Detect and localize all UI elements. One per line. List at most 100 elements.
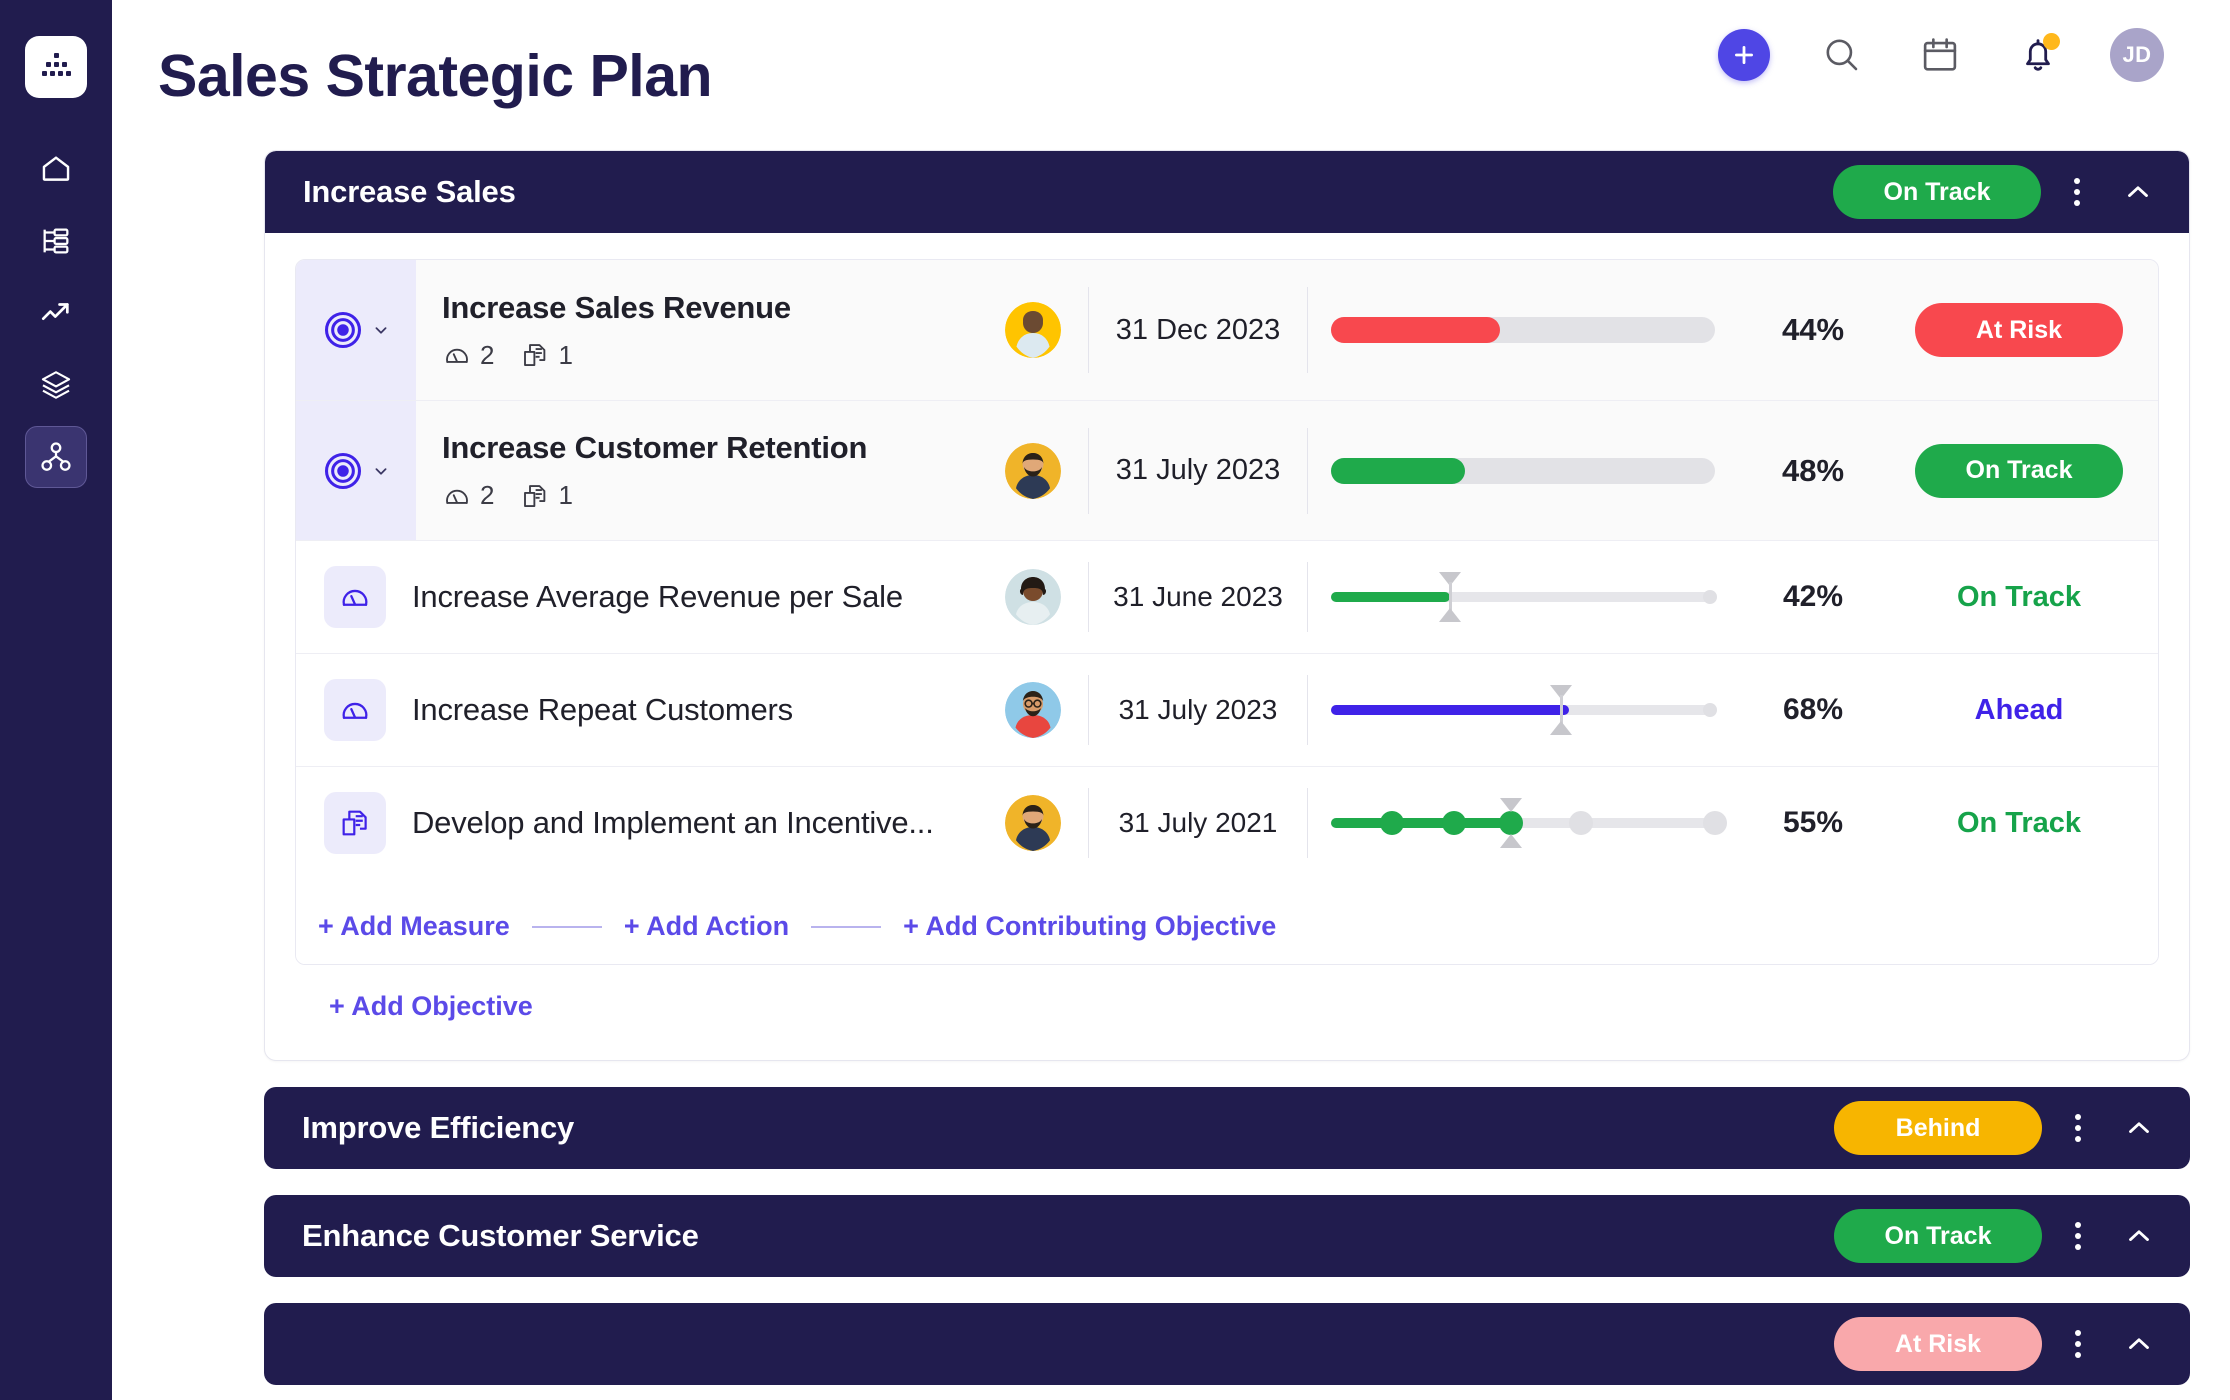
measure-slider-fill: [1331, 705, 1570, 715]
due-date: 31 Dec 2023: [1115, 313, 1281, 346]
measure-icon-tile[interactable]: [324, 566, 386, 628]
chevron-up-icon: [2129, 1338, 2149, 1349]
status-cell: Ahead: [1888, 694, 2158, 727]
due-date: 31 June 2023: [1113, 581, 1283, 612]
plan-list-icon: [43, 228, 69, 254]
sidebar-item-strategy-map[interactable]: [25, 426, 87, 488]
table-row[interactable]: Increase Customer Retention 2 1 31 July …: [296, 400, 2158, 540]
app-logo[interactable]: [25, 36, 87, 98]
milestone-dot[interactable]: [1441, 811, 1466, 835]
goal-collapse-toggle[interactable]: [2114, 1209, 2164, 1263]
owner-avatar-cell[interactable]: [978, 795, 1088, 851]
sidebar-item-plans[interactable]: [25, 210, 87, 272]
table-row[interactable]: Develop and Implement an Incentive... 31…: [296, 766, 2158, 879]
home-icon: [42, 156, 70, 181]
add-measure-link[interactable]: + Add Measure: [318, 911, 510, 942]
trending-up-icon: [41, 303, 69, 321]
search-icon: [1826, 39, 1858, 71]
goal-header-improve-efficiency[interactable]: Improve Efficiency Behind: [264, 1087, 2190, 1169]
owner-avatar-cell[interactable]: [978, 682, 1088, 738]
goal-collapse-toggle[interactable]: [2113, 165, 2163, 219]
goal-more-menu-icon[interactable]: [2058, 1209, 2098, 1263]
progress-cell[interactable]: [1308, 572, 1738, 622]
sidebar-item-home[interactable]: [25, 138, 87, 200]
measure-name: Increase Average Revenue per Sale: [412, 579, 903, 614]
action-icon-tile[interactable]: [324, 792, 386, 854]
owner-avatar-cell[interactable]: [978, 569, 1088, 625]
action-milestone-track[interactable]: [1331, 798, 1727, 848]
measure-name: Increase Repeat Customers: [412, 692, 793, 727]
user-avatar[interactable]: JD: [2110, 28, 2164, 82]
status-badge[interactable]: On Track: [1833, 165, 2041, 219]
measures-count-chip: 2: [442, 480, 494, 511]
milestone-dot[interactable]: [1380, 811, 1405, 835]
measure-slider-track[interactable]: [1331, 572, 1717, 622]
gauge-icon: [342, 589, 368, 606]
measure-icon-tile[interactable]: [324, 679, 386, 741]
notification-badge-dot: [2043, 33, 2060, 50]
owner-avatar-cell[interactable]: [978, 302, 1088, 358]
progress-cell[interactable]: [1308, 457, 1738, 484]
goal-more-menu-icon[interactable]: [2058, 1101, 2098, 1155]
notifications-button[interactable]: [2012, 29, 2064, 81]
goal-header-actions: On Track: [1834, 1209, 2164, 1263]
progress-percent: 42%: [1782, 580, 1844, 613]
goal-collapse-toggle[interactable]: [2114, 1317, 2164, 1371]
goal-header-enhance-customer-service[interactable]: Enhance Customer Service On Track: [264, 1195, 2190, 1277]
table-row[interactable]: Increase Average Revenue per Sale 31 Jun…: [296, 540, 2158, 653]
status-cell[interactable]: On Track: [1888, 443, 2158, 498]
goal-header[interactable]: Increase Sales On Track: [265, 151, 2189, 233]
gauge-icon: [446, 348, 468, 363]
sidebar-item-layers[interactable]: [25, 354, 87, 416]
add-action-link[interactable]: + Add Action: [624, 911, 789, 942]
goal-more-menu-icon[interactable]: [2058, 1317, 2098, 1371]
status-label: On Track: [1956, 806, 2082, 839]
avatar: [1005, 682, 1061, 738]
progress-bar-fill: [1331, 457, 1466, 484]
table-row[interactable]: Increase Repeat Customers 31 July 2023 6…: [296, 653, 2158, 766]
add-objective-link[interactable]: + Add Objective: [295, 965, 2159, 1030]
milestone-dot[interactable]: [1499, 811, 1524, 835]
status-badge[interactable]: On Track: [1834, 1209, 2042, 1263]
measure-slider-track[interactable]: [1331, 685, 1717, 735]
goal-title: Enhance Customer Service: [302, 1218, 699, 1253]
status-badge[interactable]: On Track: [1915, 443, 2123, 498]
milestone-dot[interactable]: [1703, 811, 1727, 835]
link-separator: [531, 925, 602, 928]
progress-cell[interactable]: [1308, 685, 1738, 735]
progress-bar-track: [1331, 457, 1715, 484]
add-button[interactable]: [1718, 29, 1770, 81]
objective-icon-cell[interactable]: [296, 260, 416, 400]
link-separator: [811, 925, 882, 928]
search-button[interactable]: [1816, 29, 1868, 81]
status-badge[interactable]: At Risk: [1834, 1317, 2042, 1371]
target-marker-down-icon: [1500, 834, 1523, 848]
goal-more-menu-icon[interactable]: [2057, 165, 2097, 219]
goal-header-partial[interactable]: At Risk: [264, 1303, 2190, 1385]
objective-name: Increase Customer Retention: [442, 430, 868, 465]
calendar-button[interactable]: [1914, 29, 1966, 81]
objective-meta: 2 1: [442, 480, 978, 511]
sidebar-item-performance[interactable]: [25, 282, 87, 344]
due-date: 31 July 2023: [1118, 694, 1278, 725]
objective-icon-cell[interactable]: [296, 401, 416, 540]
status-badge[interactable]: Behind: [1834, 1101, 2042, 1155]
milestone-dot[interactable]: [1568, 811, 1593, 835]
status-badge[interactable]: At Risk: [1915, 303, 2123, 357]
chevron-down-icon: [375, 467, 387, 475]
actions-count: 1: [558, 480, 573, 510]
status-cell[interactable]: At Risk: [1888, 303, 2158, 357]
main-area: Sales Strategic Plan JD Increase Sales O…: [112, 0, 2230, 1400]
add-contributing-objective-link[interactable]: + Add Contributing Objective: [903, 911, 1276, 942]
chevron-up-icon: [2129, 1122, 2149, 1133]
sidebar: [0, 0, 112, 1400]
progress-cell[interactable]: [1308, 317, 1738, 343]
progress-percent: 68%: [1782, 693, 1844, 726]
goal-collapse-toggle[interactable]: [2114, 1101, 2164, 1155]
progress-cell[interactable]: [1308, 798, 1738, 848]
action-doc-icon: [524, 484, 546, 507]
table-row[interactable]: Increase Sales Revenue 2 1 31 Dec 2023 4…: [296, 260, 2158, 400]
objective-info: Increase Sales Revenue 2 1: [416, 290, 978, 371]
slider-endcap: [1703, 590, 1717, 604]
owner-avatar-cell[interactable]: [978, 442, 1088, 499]
